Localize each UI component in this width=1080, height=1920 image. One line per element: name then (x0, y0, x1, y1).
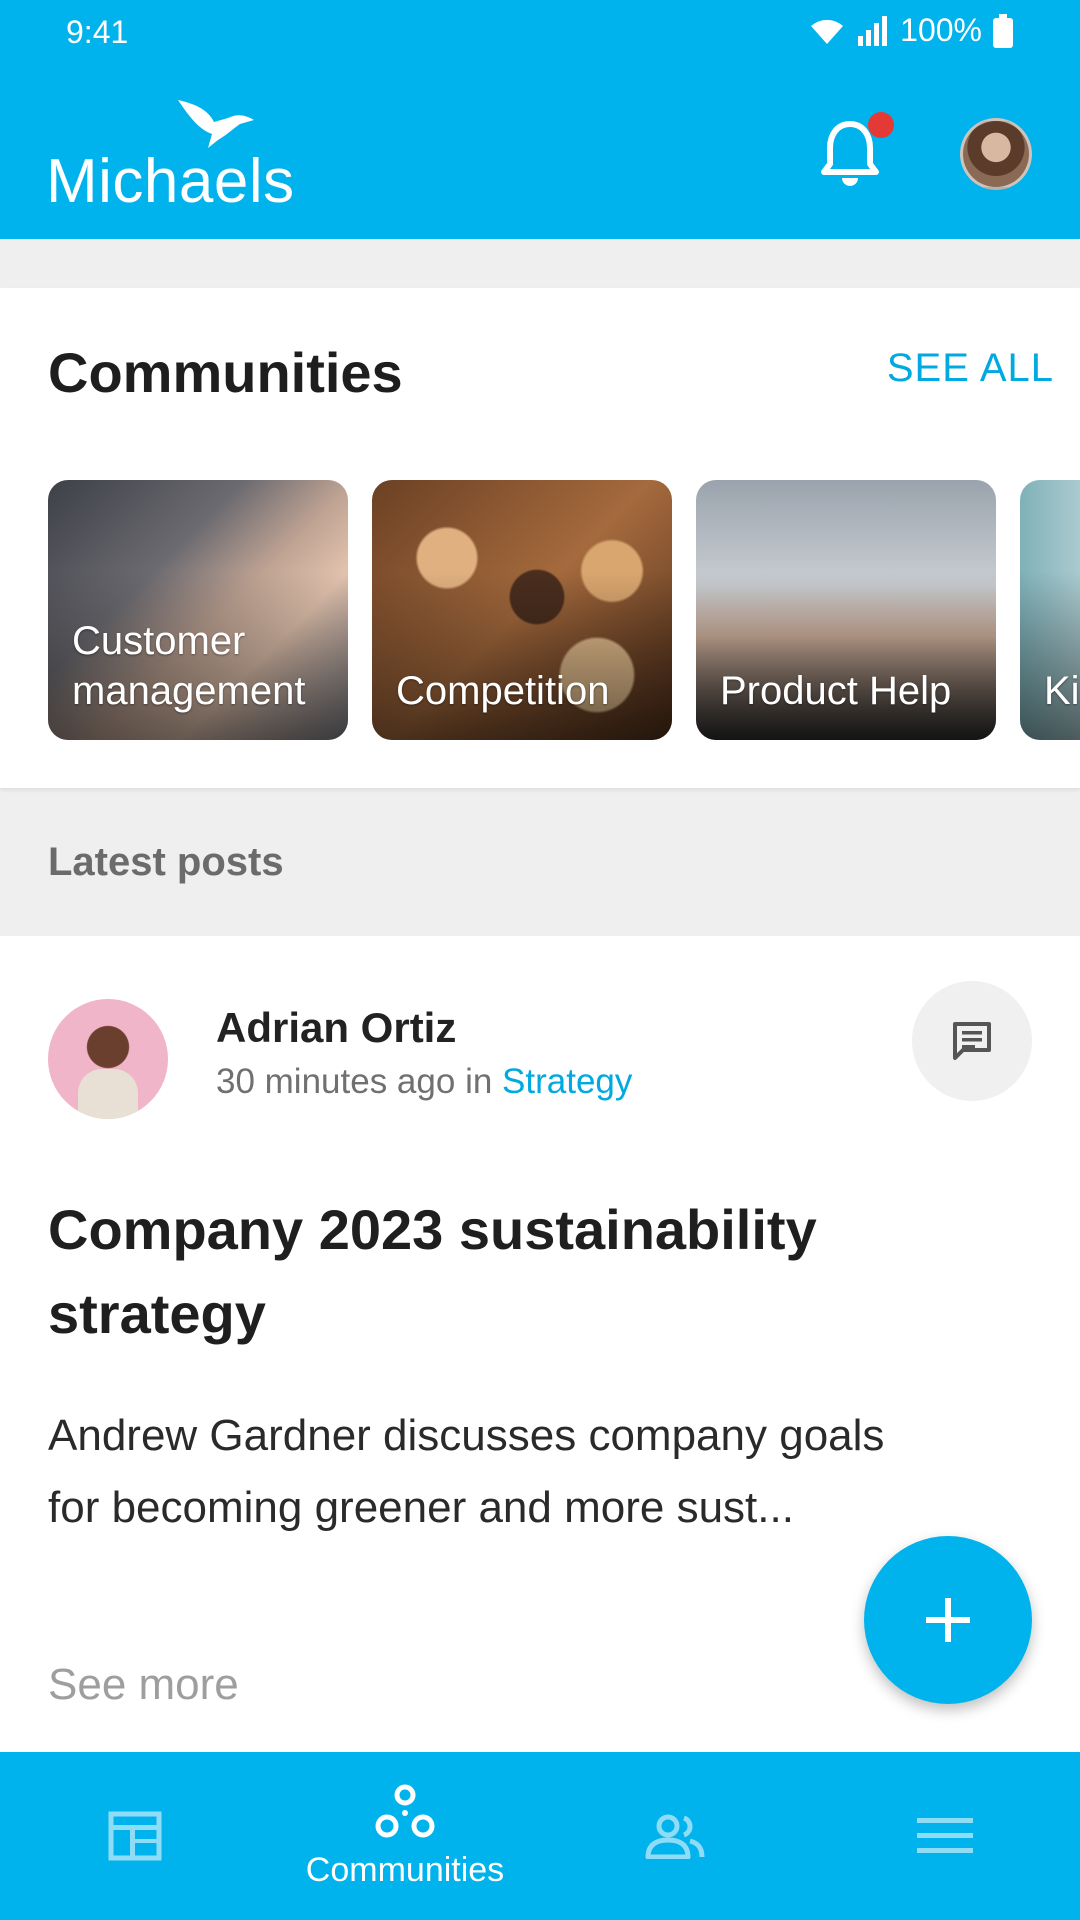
community-tile-label: Competition (396, 669, 610, 713)
status-time: 9:41 (66, 14, 129, 50)
community-tile-customer-management[interactable]: Customer management (48, 480, 348, 740)
battery-icon (993, 13, 1013, 48)
community-tile-product-help[interactable]: Product Help (696, 480, 996, 740)
post-in: in (465, 1062, 493, 1101)
nav-item-people[interactable] (540, 1752, 810, 1920)
latest-posts-heading: Latest posts (48, 840, 284, 884)
menu-icon (917, 1818, 973, 1853)
community-tile-label: Product Help (720, 669, 952, 713)
see-all-link[interactable]: SEE ALL (887, 346, 1054, 391)
communities-icon (375, 1784, 435, 1837)
community-tile-label: Customer management (72, 619, 306, 713)
status-bar: 9:41 100% (0, 0, 1080, 72)
battery-percent: 100% (900, 12, 982, 48)
plus-icon (926, 1598, 970, 1642)
nav-item-menu[interactable] (810, 1752, 1080, 1920)
bottom-navigation: Communities (0, 1752, 1080, 1920)
app-header: 9:41 100% Michaels (0, 0, 1080, 239)
post-excerpt: Andrew Gardner discusses company goals f… (48, 1411, 885, 1532)
bird-logo-icon (178, 100, 254, 148)
status-icons: 100% (808, 12, 1014, 49)
signal-icon (858, 15, 888, 46)
post-time: 30 minutes ago (216, 1062, 456, 1101)
communities-title: Communities (48, 341, 403, 404)
michaels-logo[interactable]: Michaels (46, 92, 306, 216)
post-community-link[interactable]: Strategy (502, 1062, 632, 1101)
post-meta: 30 minutes ago in Strategy (216, 1062, 632, 1102)
community-tile-label: Ki (1044, 669, 1080, 713)
post-title[interactable]: Company 2023 sustainability strategy (48, 1188, 928, 1356)
community-tile-partial[interactable]: Ki (1020, 480, 1080, 740)
community-tile-competition[interactable]: Competition (372, 480, 672, 740)
nav-item-feed[interactable] (0, 1752, 270, 1920)
brand-name: Michaels (46, 147, 295, 216)
feed-icon (108, 1811, 162, 1861)
author-avatar[interactable] (48, 999, 168, 1119)
create-post-button[interactable] (864, 1536, 1032, 1704)
see-more-link[interactable]: See more (48, 1660, 239, 1710)
comment-icon (953, 1022, 991, 1060)
nav-item-communities[interactable]: Communities (270, 1752, 540, 1920)
communities-section: Communities SEE ALL Customer management … (0, 288, 1080, 788)
nav-label-communities: Communities (305, 1850, 505, 1889)
people-icon (645, 1814, 705, 1859)
post-author[interactable]: Adrian Ortiz (216, 1004, 456, 1052)
notification-badge (868, 112, 894, 138)
wifi-icon (811, 19, 844, 44)
comment-button[interactable] (912, 981, 1032, 1101)
user-avatar[interactable] (960, 118, 1032, 190)
